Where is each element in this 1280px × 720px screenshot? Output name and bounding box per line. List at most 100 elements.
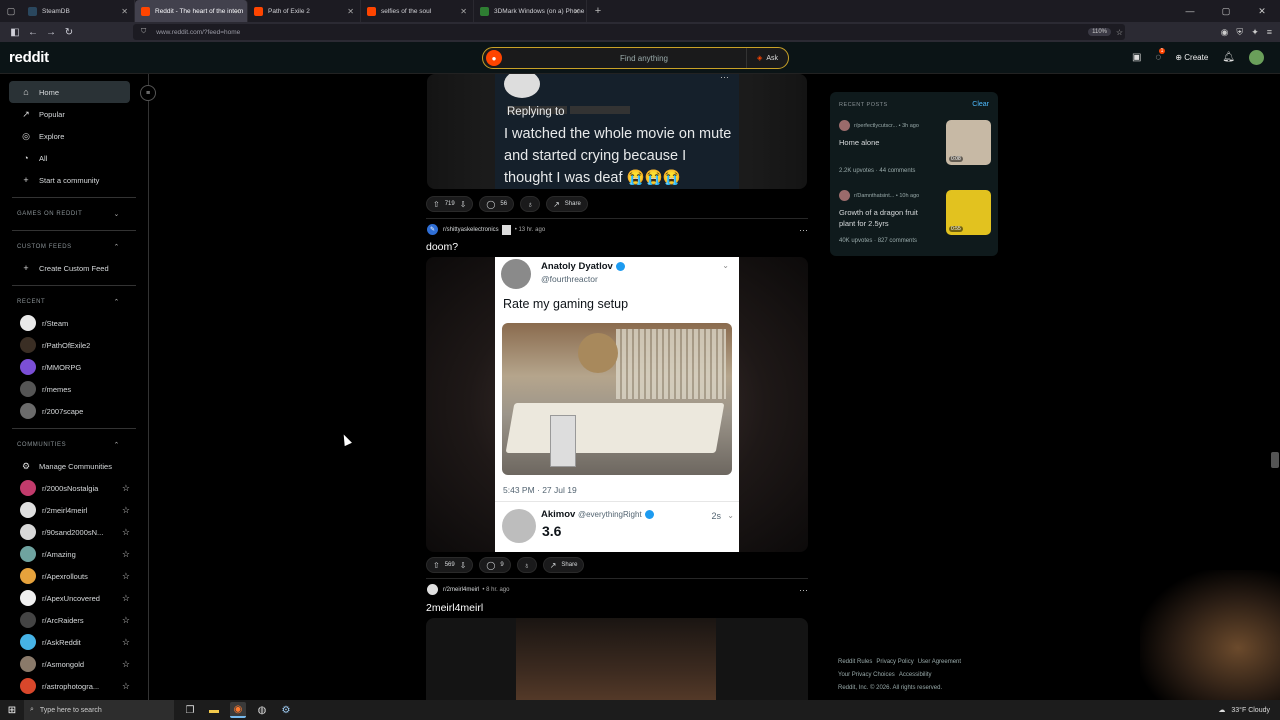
firefox-icon[interactable]: ◉: [230, 702, 246, 718]
create-button[interactable]: ⊕ Create: [1175, 53, 1208, 62]
browser-tab[interactable]: SteamDB ✕: [22, 0, 135, 22]
post-media[interactable]: ··· Replying to I watched the whole movi…: [427, 74, 807, 189]
shield-extension-icon[interactable]: ⛨: [1236, 27, 1243, 38]
games-section-header[interactable]: GAMES ON REDDIT ⌄: [0, 204, 120, 224]
chat-icon[interactable]: ◌ 1: [1155, 48, 1166, 63]
sidebar-toggle-icon[interactable]: ◧: [6, 27, 24, 38]
footer-link[interactable]: Your Privacy Choices: [838, 672, 895, 678]
star-icon[interactable]: ☆: [122, 505, 130, 516]
extension-icon[interactable]: ◉: [1221, 27, 1229, 38]
star-icon[interactable]: ☆: [122, 637, 130, 648]
recent-header[interactable]: RECENT ⌃: [0, 292, 120, 312]
scrollbar-thumb[interactable]: [1271, 452, 1279, 468]
new-tab-button[interactable]: +: [587, 5, 609, 17]
zoom-level[interactable]: 110%: [1088, 28, 1111, 36]
post-title[interactable]: 2meirl4meirl: [426, 602, 483, 614]
menu-icon[interactable]: ≡: [1267, 27, 1272, 38]
recent-post-item[interactable]: r/Damnthatsint... • 10h ago Growth of a d…: [839, 190, 991, 250]
close-tab-icon[interactable]: ✕: [234, 7, 241, 16]
shield-icon[interactable]: ⛉: [141, 28, 146, 36]
maximize-icon[interactable]: ▢: [1208, 0, 1244, 22]
custom-feeds-header[interactable]: CUSTOM FEEDS ⌃: [0, 237, 120, 257]
downvote-icon[interactable]: ⇩: [460, 561, 467, 570]
close-tab-icon[interactable]: ✕: [121, 7, 128, 16]
vote-control[interactable]: ⇧ 719 ⇩: [426, 196, 474, 212]
community-item[interactable]: r/MMORPG: [0, 356, 130, 378]
tab-list-icon[interactable]: ▢: [0, 6, 22, 17]
steam-icon[interactable]: ⚙: [278, 702, 294, 718]
post-media[interactable]: [426, 618, 808, 700]
avatar[interactable]: [1249, 50, 1264, 65]
minimize-icon[interactable]: —: [1172, 0, 1208, 22]
more-options-icon[interactable]: ···: [799, 225, 808, 235]
task-view-icon[interactable]: ❐: [182, 702, 198, 718]
reddit-logo[interactable]: reddit: [9, 49, 49, 66]
close-tab-icon[interactable]: ✕: [573, 7, 580, 16]
back-icon[interactable]: ←: [24, 27, 42, 38]
subreddit-link[interactable]: r/2meirl4meirl: [443, 587, 479, 593]
award-button[interactable]: ♁: [516, 557, 537, 573]
community-item[interactable]: r/AskReddit ☆: [0, 631, 130, 653]
bell-icon[interactable]: 🔔︎: [1222, 52, 1235, 63]
file-explorer-icon[interactable]: ▬: [206, 702, 222, 718]
post-media[interactable]: Anatoly Dyatlov @fourthreactor ⌄ Rate my…: [426, 257, 808, 552]
browser-tab[interactable]: Path of Exile 2 ✕: [248, 0, 361, 22]
community-item[interactable]: r/2000sNostalgia ☆: [0, 477, 130, 499]
star-icon[interactable]: ☆: [122, 681, 130, 692]
share-button[interactable]: ↗ Share: [546, 196, 588, 212]
sidebar-item-explore[interactable]: ◎ Explore: [0, 125, 130, 147]
address-bar[interactable]: ⛉ www.reddit.com/?feed=home 110% ☆: [133, 24, 1125, 40]
community-item[interactable]: r/Asmongold ☆: [0, 653, 130, 675]
star-icon[interactable]: ☆: [122, 659, 130, 670]
close-tab-icon[interactable]: ✕: [347, 7, 354, 16]
footer-link[interactable]: User Agreement: [918, 659, 961, 665]
create-custom-feed[interactable]: + Create Custom Feed: [0, 257, 130, 279]
bookmark-star-icon[interactable]: ☆: [1116, 28, 1123, 37]
browser-tab[interactable]: selfies of the soul ✕: [361, 0, 474, 22]
close-tab-icon[interactable]: ✕: [460, 7, 467, 16]
browser-tab[interactable]: Reddit - The heart of the intern ✕: [135, 0, 248, 22]
community-item[interactable]: r/PathOfExile2: [0, 334, 130, 356]
sidebar-item-popular[interactable]: ↗ Popular: [0, 103, 130, 125]
puzzle-icon[interactable]: ✦: [1251, 27, 1259, 38]
post-title[interactable]: doom?: [426, 241, 458, 253]
star-icon[interactable]: ☆: [122, 549, 130, 560]
weather-text[interactable]: 33°F Cloudy: [1231, 707, 1270, 714]
communities-header[interactable]: COMMUNITIES ⌃: [0, 435, 120, 455]
windows-start-icon[interactable]: ⊞: [0, 705, 24, 716]
community-item[interactable]: r/memes: [0, 378, 130, 400]
upvote-icon[interactable]: ⇧: [433, 561, 440, 570]
community-item[interactable]: r/90sand2000sN... ☆: [0, 521, 130, 543]
footer-link[interactable]: Reddit Rules: [838, 659, 872, 665]
comments-button[interactable]: ◯ 9: [479, 557, 511, 573]
recent-post-item[interactable]: r/perfectlycutscr... • 3h ago Home alone 2…: [839, 120, 991, 180]
reload-icon[interactable]: ↻: [60, 27, 78, 38]
browser-tab[interactable]: 3DMark Windows (on a) Phone ✕: [474, 0, 587, 22]
taskbar-search-input[interactable]: Type here to search: [40, 707, 102, 714]
downvote-icon[interactable]: ⇩: [460, 200, 467, 209]
recent-post-sub[interactable]: r/Damnthatsint...: [854, 193, 894, 199]
subreddit-link[interactable]: r/shittyaskelectronics: [443, 227, 499, 233]
obs-icon[interactable]: ◍: [254, 702, 270, 718]
search-input[interactable]: Find anything: [502, 54, 746, 63]
community-item[interactable]: r/ApexUncovered ☆: [0, 587, 130, 609]
share-button[interactable]: ↗ Share: [542, 557, 585, 573]
search-bar[interactable]: ● Find anything ◈ Ask: [482, 47, 789, 69]
recent-post-sub[interactable]: r/perfectlycutscr...: [854, 123, 897, 129]
vote-control[interactable]: ⇧ 569 ⇩: [426, 557, 474, 573]
community-item[interactable]: r/ArcRaiders ☆: [0, 609, 130, 631]
recent-post-thumbnail[interactable]: 0:08: [946, 120, 991, 165]
star-icon[interactable]: ☆: [122, 527, 130, 538]
recent-post-thumbnail[interactable]: 0:55: [946, 190, 991, 235]
ask-button[interactable]: ◈ Ask: [745, 48, 788, 68]
comments-button[interactable]: ◯ 56: [479, 196, 515, 212]
manage-communities[interactable]: ⚙ Manage Communities: [0, 455, 130, 477]
footer-link[interactable]: Accessibility: [899, 672, 932, 678]
star-icon[interactable]: ☆: [122, 593, 130, 604]
star-icon[interactable]: ☆: [122, 483, 130, 494]
community-item[interactable]: r/Steam: [0, 312, 130, 334]
sidebar-item-home[interactable]: ⌂ Home: [9, 81, 130, 103]
forward-icon[interactable]: →: [42, 27, 60, 38]
community-item[interactable]: r/Apexrollouts ☆: [0, 565, 130, 587]
recent-post-title[interactable]: Home alone: [839, 137, 934, 148]
